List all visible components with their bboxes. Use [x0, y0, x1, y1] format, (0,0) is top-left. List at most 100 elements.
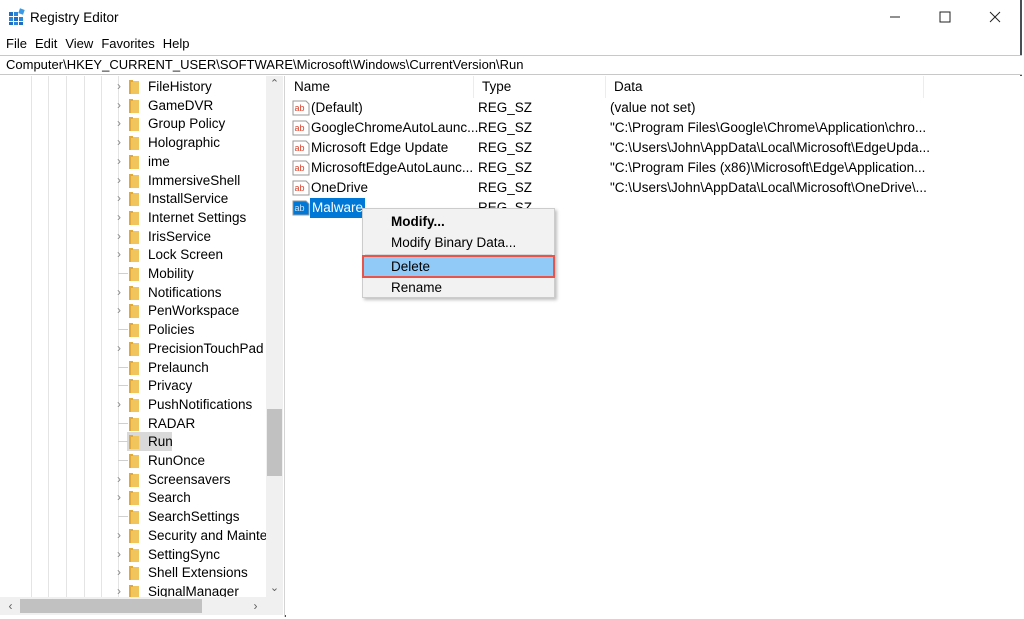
tree-item[interactable]: › Screensavers: [0, 470, 265, 489]
chevron-right-icon[interactable]: ›: [113, 135, 125, 149]
tree-item[interactable]: › Shell Extensions: [0, 563, 265, 582]
tree-item[interactable]: › IrisService: [0, 227, 265, 246]
tree-item[interactable]: › Internet Settings: [0, 208, 265, 227]
window-title: Registry Editor: [30, 10, 119, 25]
chevron-right-icon[interactable]: ›: [113, 229, 125, 243]
menu-edit[interactable]: Edit: [31, 35, 61, 53]
tree-item[interactable]: RADAR: [0, 414, 265, 433]
tree-item[interactable]: Prelaunch: [0, 358, 265, 377]
scroll-down-icon[interactable]: ⌄: [266, 580, 283, 597]
tree-item[interactable]: › Lock Screen: [0, 245, 265, 264]
tree-item[interactable]: › SettingSync: [0, 545, 265, 564]
tree-horizontal-scroll-thumb[interactable]: [20, 599, 202, 613]
chevron-right-icon[interactable]: ›: [113, 173, 125, 187]
chevron-right-icon[interactable]: ›: [113, 303, 125, 317]
tree-vertical-scrollbar[interactable]: ⌃ ⌄: [266, 76, 283, 597]
maximize-icon: [939, 11, 951, 23]
chevron-right-icon[interactable]: ›: [113, 528, 125, 542]
chevron-right-icon[interactable]: ›: [113, 116, 125, 130]
context-menu-modify-binary-data[interactable]: Modify Binary Data...: [363, 232, 554, 253]
tree-item-label: Holographic: [148, 135, 221, 151]
column-header-type[interactable]: Type: [474, 76, 606, 98]
tree-item-label: Notifications: [148, 284, 222, 300]
chevron-right-icon[interactable]: ›: [113, 191, 125, 205]
tree-item[interactable]: › Holographic: [0, 133, 265, 152]
tree-item[interactable]: › ime: [0, 152, 265, 171]
value-row[interactable]: ab (Default) REG_SZ (value not set): [286, 98, 1022, 118]
column-header-name[interactable]: Name: [286, 76, 474, 98]
tree-connector-line: [118, 385, 128, 387]
tree-item[interactable]: › PenWorkspace: [0, 301, 265, 320]
minimize-button[interactable]: [870, 0, 920, 34]
scroll-up-icon[interactable]: ⌃: [266, 76, 283, 93]
maximize-button[interactable]: [920, 0, 970, 34]
chevron-right-icon[interactable]: ›: [113, 565, 125, 579]
tree-horizontal-scrollbar[interactable]: ‹ ›: [0, 597, 283, 615]
tree-item[interactable]: Mobility: [0, 264, 265, 283]
string-value-icon: ab: [292, 100, 310, 116]
tree-item[interactable]: › Notifications: [0, 283, 265, 302]
tree-item[interactable]: › FileHistory: [0, 77, 265, 96]
menu-help[interactable]: Help: [159, 35, 194, 53]
value-data: "C:\Users\John\AppData\Local\Microsoft\O…: [610, 180, 927, 195]
tree-item-label: FileHistory: [148, 79, 212, 94]
chevron-right-icon[interactable]: ›: [113, 210, 125, 224]
chevron-right-icon[interactable]: ›: [113, 285, 125, 299]
value-name: MicrosoftEdgeAutoLaunc...: [311, 160, 474, 175]
tree-item-label: Mobility: [148, 266, 194, 281]
chevron-right-icon[interactable]: ›: [113, 247, 125, 261]
chevron-right-icon[interactable]: ›: [113, 472, 125, 486]
tree-connector-line: [118, 366, 128, 368]
tree-item[interactable]: Policies: [0, 320, 265, 339]
menu-favorites[interactable]: Favorites: [97, 35, 158, 53]
chevron-right-icon[interactable]: ›: [113, 397, 125, 411]
chevron-right-icon[interactable]: ›: [113, 341, 125, 355]
tree-item[interactable]: › ImmersiveShell: [0, 171, 265, 190]
tree-item[interactable]: RunOnce: [0, 451, 265, 470]
tree-item[interactable]: › Security and Mainte: [0, 526, 267, 545]
tree-item[interactable]: SearchSettings: [0, 507, 265, 526]
value-row[interactable]: ab OneDrive REG_SZ "C:\Users\John\AppData\L…: [286, 178, 1022, 198]
folder-icon: [129, 547, 139, 562]
tree-item-label: ime: [148, 153, 170, 169]
tree-item-label: ImmersiveShell: [148, 172, 241, 188]
title-bar: Registry Editor: [0, 0, 1020, 34]
tree-item[interactable]: Privacy: [0, 376, 265, 395]
value-row[interactable]: ab GoogleChromeAutoLaunc... REG_SZ "C:\Prog…: [286, 118, 1022, 138]
context-menu-delete[interactable]: Delete: [362, 255, 555, 278]
scroll-left-icon[interactable]: ‹: [2, 597, 19, 615]
minimize-icon: [890, 16, 900, 18]
key-tree-pane: › FileHistory › GameDVR › Group Policy › Hologr…: [0, 76, 285, 617]
chevron-right-icon[interactable]: ›: [113, 490, 125, 504]
chevron-right-icon[interactable]: ›: [113, 98, 125, 112]
chevron-right-icon[interactable]: ›: [113, 584, 125, 598]
folder-icon: [129, 173, 139, 188]
context-menu-modify[interactable]: Modify...: [363, 211, 554, 232]
tree-item[interactable]: › PrecisionTouchPad: [0, 339, 265, 358]
tree-item[interactable]: › PushNotifications: [0, 395, 265, 414]
tree-vertical-scroll-thumb[interactable]: [267, 409, 282, 476]
svg-text:ab: ab: [295, 183, 305, 193]
scroll-right-icon[interactable]: ›: [247, 597, 264, 615]
tree-item[interactable]: › Search: [0, 488, 265, 507]
menu-file[interactable]: File: [0, 35, 31, 53]
tree-item[interactable]: Run: [0, 432, 265, 452]
tree-item-label: Privacy: [148, 378, 193, 394]
chevron-right-icon[interactable]: ›: [113, 547, 125, 561]
value-row[interactable]: ab Microsoft Edge Update REG_SZ "C:\Users\J…: [286, 138, 1022, 158]
address-bar[interactable]: Computer\HKEY_CURRENT_USER\SOFTWARE\Micr…: [0, 55, 1022, 75]
tree-item[interactable]: › GameDVR: [0, 96, 265, 115]
chevron-right-icon[interactable]: ›: [113, 154, 125, 168]
menu-view[interactable]: View: [61, 35, 97, 53]
close-button[interactable]: [970, 0, 1020, 34]
context-menu-rename[interactable]: Rename: [363, 277, 554, 298]
chevron-right-icon[interactable]: ›: [113, 79, 125, 93]
value-row[interactable]: ab MicrosoftEdgeAutoLaunc... REG_SZ "C:\Pro…: [286, 158, 1022, 178]
tree-item[interactable]: › InstallService: [0, 189, 265, 208]
context-menu: Modify... Modify Binary Data... Delete R…: [362, 208, 555, 298]
tree-connector-line: [118, 441, 128, 443]
column-header-data[interactable]: Data: [606, 76, 924, 98]
string-value-icon: ab: [292, 200, 310, 216]
tree-item-label: PrecisionTouchPad: [148, 340, 264, 356]
tree-item[interactable]: › Group Policy: [0, 114, 265, 133]
